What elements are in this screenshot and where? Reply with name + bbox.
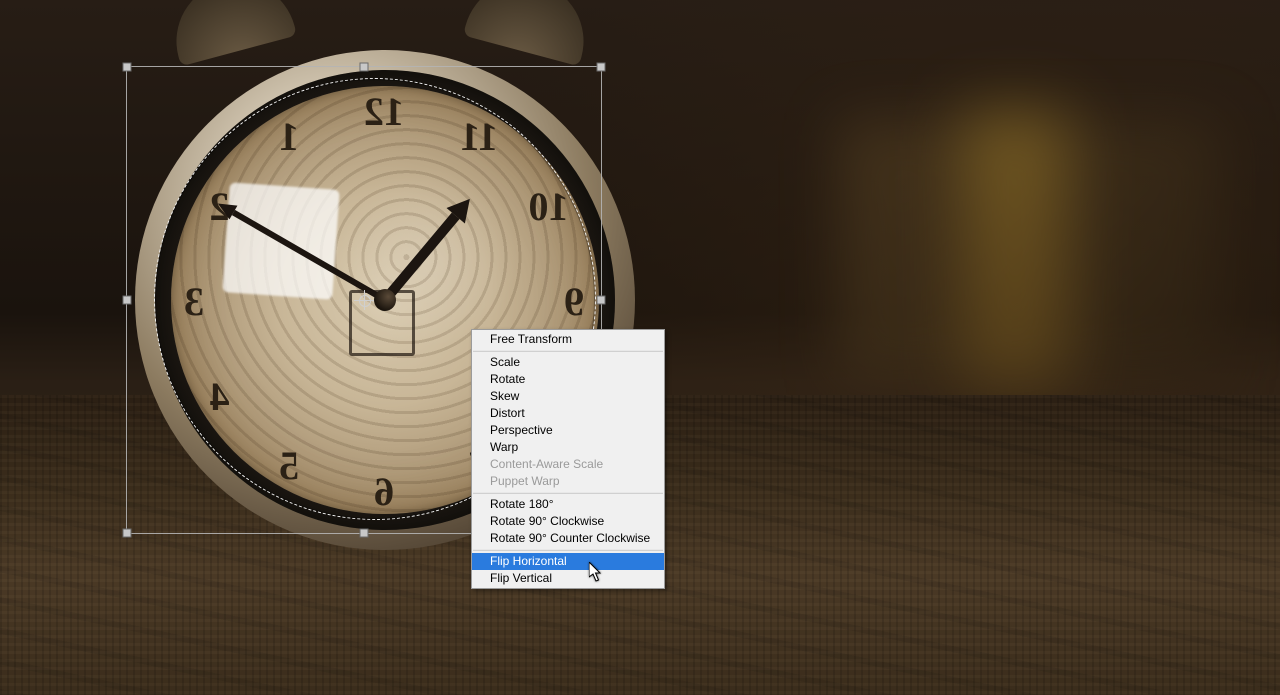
menu-item-free-transform[interactable]: Free Transform [472,331,664,348]
menu-item-flip-vertical[interactable]: Flip Vertical [472,570,664,587]
menu-separator [473,492,663,494]
clock-numeral-12: 12 [359,86,409,136]
menu-item-scale[interactable]: Scale [472,354,664,371]
menu-item-flip-horizontal[interactable]: Flip Horizontal [472,553,664,570]
menu-item-rotate-90-counter-clockwise[interactable]: Rotate 90° Counter Clockwise [472,530,664,547]
clock-numeral-3: 3 [169,276,219,326]
clock-center-cap [374,289,396,311]
menu-item-puppet-warp: Puppet Warp [472,473,664,490]
clock-numeral-4: 4 [194,371,244,421]
menu-item-rotate-90-clockwise[interactable]: Rotate 90° Clockwise [472,513,664,530]
menu-item-content-aware-scale: Content-Aware Scale [472,456,664,473]
clock-numeral-11: 11 [454,111,504,161]
background-blur-yellow [960,110,1070,390]
menu-item-skew[interactable]: Skew [472,388,664,405]
clock-numeral-1: 1 [264,111,314,161]
menu-item-perspective[interactable]: Perspective [472,422,664,439]
menu-separator [473,549,663,551]
menu-item-warp[interactable]: Warp [472,439,664,456]
clock-numeral-6: 6 [359,466,409,516]
menu-item-rotate-180[interactable]: Rotate 180° [472,496,664,513]
menu-item-rotate[interactable]: Rotate [472,371,664,388]
clock-numeral-5: 5 [264,441,314,491]
transform-context-menu[interactable]: Free Transform ScaleRotateSkewDistortPers… [471,329,665,589]
menu-separator [473,350,663,352]
clock-numeral-10: 10 [524,181,574,231]
menu-item-distort[interactable]: Distort [472,405,664,422]
clock-numeral-9: 9 [549,276,599,326]
clock-hour-hand [381,213,459,304]
